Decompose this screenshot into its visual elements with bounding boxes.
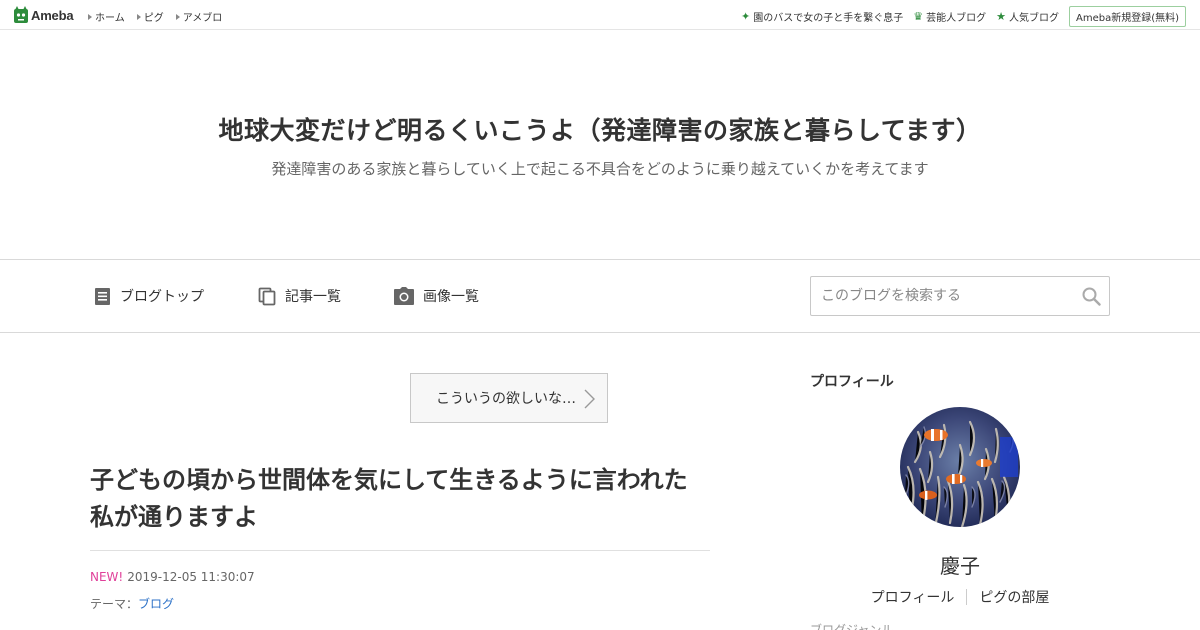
arrow-right-icon: [88, 13, 92, 20]
copy-icon: [258, 287, 276, 305]
prev-entry-button[interactable]: こういうの欲しいな…: [410, 373, 608, 423]
top-nav-ameblo[interactable]: アメブロ: [175, 9, 223, 24]
top-nav-label: ホーム: [95, 13, 125, 24]
profile-links: プロフィール ピグの部屋: [810, 587, 1110, 607]
logo-text: Ameba: [31, 7, 74, 23]
blog-title[interactable]: 地球大変だけど明るくいこうよ（発達障害の家族と暮らしてます）: [0, 111, 1200, 147]
top-nav-label: ピグ: [143, 13, 164, 24]
global-header: Ameba ホーム ピグ アメブロ ✦ 園のバスで女の子と手を繋ぐ息子 ♛ 芸能人ブ…: [0, 0, 1200, 30]
chevron-right-icon: [584, 389, 595, 409]
search-input[interactable]: [811, 277, 1076, 315]
trending-link-label: 園のバスで女の子と手を繋ぐ息子: [753, 13, 904, 24]
camera-icon: [394, 287, 414, 305]
blog-description: 発達障害のある家族と暮らしていく上で起こる不具合をどのように乗り越えていくかを考…: [271, 160, 929, 178]
ameba-logo[interactable]: Ameba: [13, 6, 74, 24]
popular-blog-link[interactable]: ★ 人気ブログ: [996, 9, 1059, 24]
top-nav-label: アメブロ: [182, 13, 223, 24]
nav-label: 記事一覧: [285, 289, 341, 305]
search-icon[interactable]: [1082, 287, 1101, 306]
profile-heading: プロフィール: [810, 374, 894, 390]
sparkle-icon: ✦: [741, 10, 751, 23]
ameba-logo-icon: [14, 6, 28, 23]
crown-icon: ♛: [913, 10, 924, 23]
nav-label: 画像一覧: [423, 289, 479, 305]
celebrity-blog-link[interactable]: ♛ 芸能人ブログ: [913, 9, 986, 24]
register-button[interactable]: Ameba新規登録(無料): [1068, 6, 1186, 27]
nav-entry-list[interactable]: 記事一覧: [258, 286, 341, 306]
entry-title[interactable]: 子どもの頃から世間体を気にして生きるように言われた私が通りますよ: [90, 462, 710, 536]
profile-name[interactable]: 慶子: [810, 550, 1110, 579]
star-icon: ★: [996, 10, 1006, 23]
nav-image-list[interactable]: 画像一覧: [394, 286, 479, 306]
entry-theme: テーマ：ブログ: [90, 595, 174, 612]
prev-entry-label: こういうの欲しいな…: [436, 391, 576, 407]
document-icon: [95, 287, 110, 305]
top-nav-home[interactable]: ホーム: [88, 9, 125, 24]
blog-nav: ブログトップ 記事一覧 画像一覧: [0, 260, 1200, 333]
top-nav-pigg[interactable]: ピグ: [136, 9, 164, 24]
entry-date: 2019-12-05 11:30:07: [127, 570, 255, 584]
nav-blog-top[interactable]: ブログトップ: [94, 286, 204, 306]
top-right-links: ✦ 園のバスで女の子と手を繋ぐ息子 ♛ 芸能人ブログ ★ 人気ブログ Ameba新規登…: [741, 6, 1186, 27]
top-nav: ホーム ピグ アメブロ: [88, 9, 222, 24]
nav-label: ブログトップ: [120, 289, 204, 305]
profile-link[interactable]: プロフィール: [859, 587, 967, 607]
divider: [90, 550, 710, 551]
trending-link[interactable]: ✦ 園のバスで女の子と手を繋ぐ息子: [741, 9, 903, 24]
new-badge: NEW!: [90, 570, 124, 584]
avatar-image: [900, 407, 1020, 527]
theme-label: テーマ：: [90, 597, 139, 611]
pigg-room-link[interactable]: ピグの部屋: [967, 587, 1061, 607]
avatar[interactable]: [900, 407, 1020, 527]
genre-heading: ブログジャンル: [810, 623, 894, 630]
theme-link[interactable]: ブログ: [138, 597, 174, 611]
popular-blog-label: 人気ブログ: [1008, 13, 1059, 24]
blog-header: 地球大変だけど明るくいこうよ（発達障害の家族と暮らしてます） 発達障害のある家族…: [0, 30, 1200, 260]
blog-search: [810, 276, 1110, 316]
celebrity-blog-label: 芸能人ブログ: [926, 13, 987, 24]
arrow-right-icon: [175, 13, 180, 20]
entry-meta: NEW! 2019-12-05 11:30:07: [90, 570, 255, 584]
arrow-right-icon: [136, 13, 141, 20]
